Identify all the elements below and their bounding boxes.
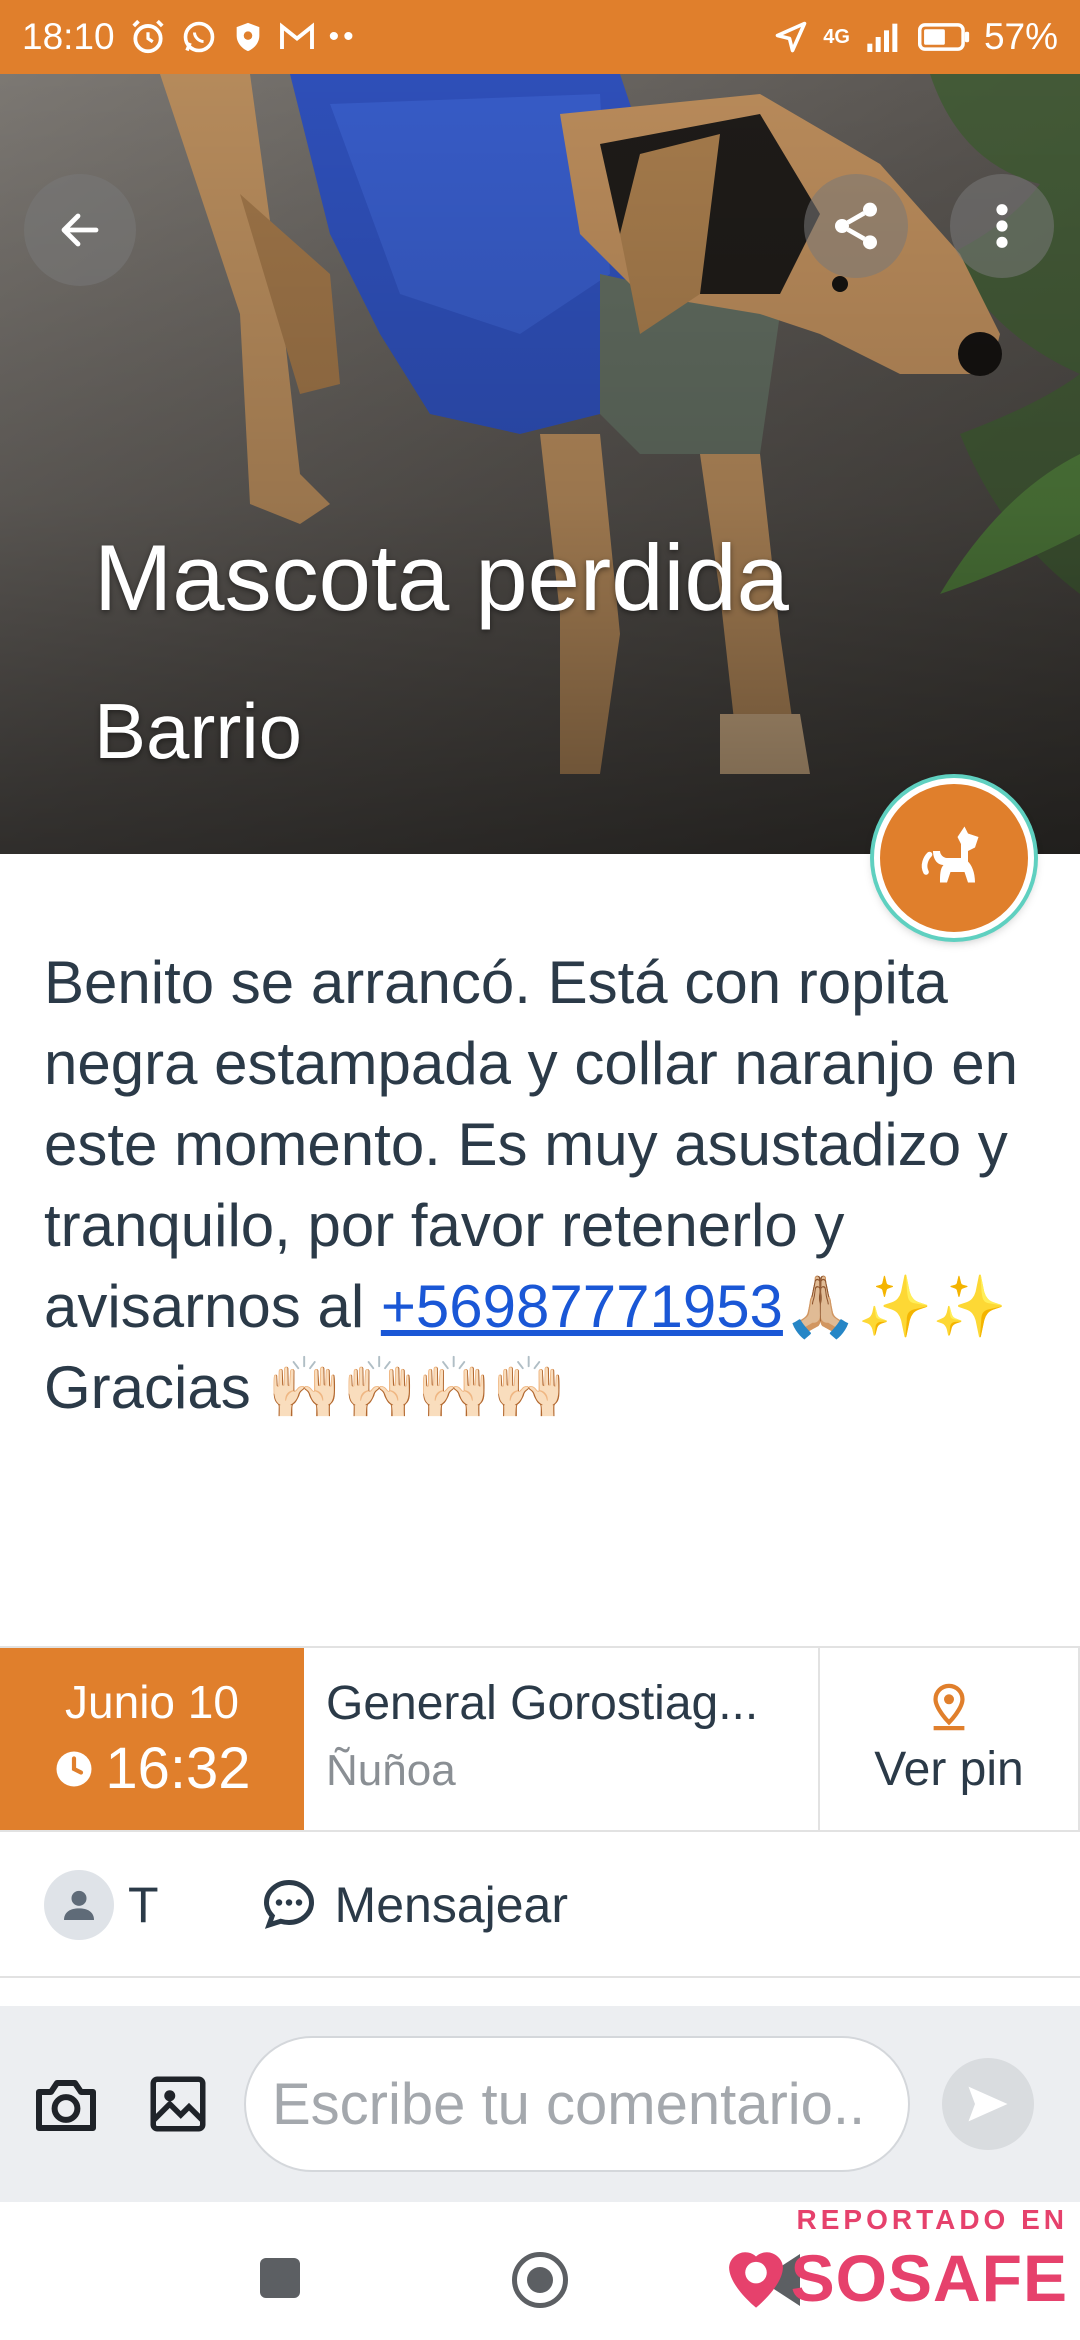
post-category-title: Mascota perdida bbox=[94, 525, 789, 630]
comment-bar bbox=[0, 2006, 1080, 2202]
more-vertical-icon bbox=[996, 204, 1008, 248]
alarm-icon bbox=[129, 18, 167, 56]
status-bar: 18:10 •• 4G 57% bbox=[0, 0, 1080, 74]
user-icon bbox=[64, 1890, 94, 1920]
clock-icon bbox=[56, 1751, 92, 1787]
message-label: Mensajear bbox=[334, 1877, 568, 1933]
status-right: 4G 57% bbox=[773, 16, 1058, 58]
home-button[interactable] bbox=[512, 2252, 568, 2308]
send-icon bbox=[968, 2086, 1008, 2122]
pet-category-badge bbox=[874, 778, 1034, 938]
whatsapp-icon bbox=[181, 19, 217, 55]
comment-input[interactable] bbox=[244, 2036, 910, 2172]
location-box[interactable]: General Gorostiag... Ñuñoa bbox=[304, 1648, 820, 1830]
chat-bubble-icon bbox=[263, 1879, 314, 1929]
post-scope-subtitle: Barrio bbox=[94, 687, 303, 775]
home-dot-icon bbox=[527, 2267, 553, 2293]
map-pin-icon bbox=[933, 1683, 965, 1730]
camera-icon bbox=[36, 2080, 96, 2131]
brand-logo: SOSAFE bbox=[723, 2240, 1068, 2316]
post-info-row: Junio 10 16:32 General Gorostiag... Ñuño… bbox=[0, 1646, 1080, 1832]
sosafe-logo-icon bbox=[728, 2252, 783, 2308]
image-icon bbox=[150, 2076, 206, 2132]
more-options-button[interactable] bbox=[950, 174, 1054, 278]
avatar[interactable] bbox=[44, 1870, 114, 1940]
shield-icon bbox=[231, 19, 265, 55]
network-type: 4G bbox=[823, 25, 850, 48]
sosafe-watermark: REPORTADO EN SOSAFE bbox=[723, 2204, 1068, 2316]
author-row: T Mensajear bbox=[0, 1834, 1080, 1978]
battery-level: 57% bbox=[983, 16, 1058, 57]
hero-image: Mascota perdida Barrio bbox=[0, 74, 1080, 854]
battery-icon bbox=[917, 22, 970, 52]
view-pin-button[interactable]: Ver pin bbox=[820, 1648, 1080, 1830]
camera-button[interactable] bbox=[26, 2064, 106, 2144]
message-button[interactable]: Mensajear bbox=[259, 1875, 568, 1935]
more-dots-icon: •• bbox=[328, 20, 358, 53]
back-button[interactable] bbox=[24, 174, 136, 286]
brand-prefix: REPORTADO EN bbox=[796, 2204, 1068, 2235]
commune-name: Ñuñoa bbox=[326, 1746, 456, 1795]
status-left: 18:10 •• bbox=[22, 16, 358, 58]
view-pin-label: Ver pin bbox=[874, 1742, 1024, 1796]
dog-icon bbox=[921, 826, 979, 883]
location-arrow-icon bbox=[773, 19, 809, 55]
share-button[interactable] bbox=[804, 174, 908, 278]
gallery-button[interactable] bbox=[138, 2064, 218, 2144]
gmail-icon bbox=[279, 22, 315, 52]
post-date: Junio 10 bbox=[65, 1676, 239, 1728]
send-button[interactable] bbox=[942, 2058, 1034, 2150]
date-box: Junio 10 16:32 bbox=[0, 1648, 304, 1830]
street-name: General Gorostiag... bbox=[326, 1677, 759, 1730]
author-name[interactable]: T bbox=[128, 1876, 159, 1934]
arrow-left-icon bbox=[61, 213, 99, 247]
post-time: 16:32 bbox=[105, 1736, 251, 1801]
post-time-row: 16:32 bbox=[53, 1732, 251, 1806]
post-description: Benito se arrancó. Está con ropita negra… bbox=[44, 942, 1044, 1428]
share-icon bbox=[835, 202, 877, 250]
recents-button[interactable] bbox=[260, 2258, 300, 2298]
brand-name: SOSAFE bbox=[790, 2241, 1068, 2315]
status-time: 18:10 bbox=[22, 16, 115, 57]
signal-icon bbox=[864, 20, 904, 54]
phone-link[interactable]: +56987771953 bbox=[381, 1273, 783, 1340]
